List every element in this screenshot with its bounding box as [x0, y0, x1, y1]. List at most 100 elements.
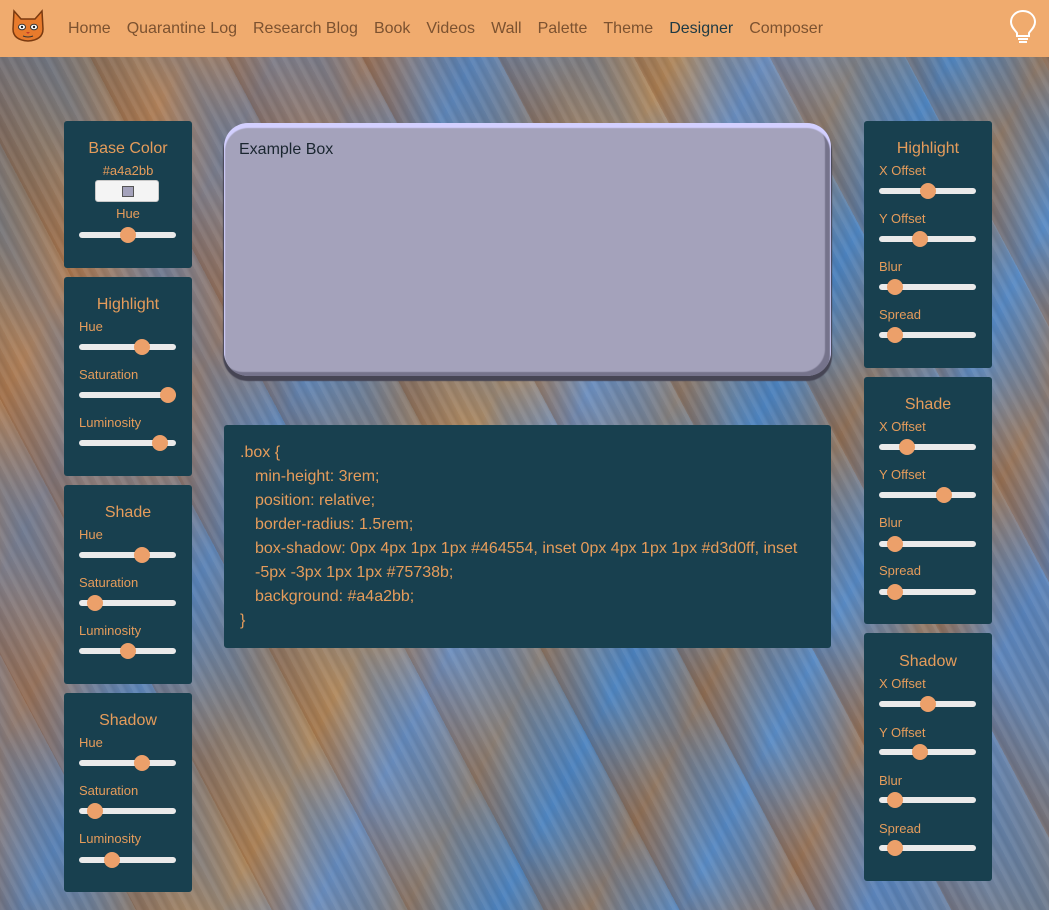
x-offset-slider[interactable]: [879, 439, 976, 455]
x-offset-slider[interactable]: [879, 696, 976, 712]
luminosity-slider[interactable]: [79, 643, 176, 659]
slider-thumb[interactable]: [911, 231, 928, 247]
y-offset-slider[interactable]: [879, 744, 976, 760]
slider-label: Spread: [879, 821, 921, 836]
slider-thumb[interactable]: [935, 487, 952, 503]
slider-label: Spread: [879, 563, 921, 578]
hue-slider[interactable]: [79, 755, 176, 771]
slider-thumb[interactable]: [911, 744, 928, 760]
slider-label: X Offset: [879, 676, 926, 691]
nav-home[interactable]: Home: [60, 20, 119, 38]
hue-slider[interactable]: [79, 547, 176, 563]
left-shade-panel: Shade Hue Saturation Luminosity: [64, 485, 192, 684]
cat-icon[interactable]: [10, 9, 46, 43]
code-line: border-radius: 1.5rem;: [255, 516, 414, 533]
nav-palette[interactable]: Palette: [530, 20, 596, 38]
slider-thumb[interactable]: [151, 435, 168, 451]
y-offset-slider[interactable]: [879, 487, 976, 503]
panel-title: Shadow: [99, 712, 157, 729]
y-offset-slider[interactable]: [879, 231, 976, 247]
slider-thumb[interactable]: [887, 792, 904, 808]
blur-slider[interactable]: [879, 279, 976, 295]
slider-thumb[interactable]: [87, 803, 104, 819]
hex-value: #a4a2bb: [102, 163, 154, 178]
hue-slider[interactable]: [79, 339, 176, 355]
spread-slider[interactable]: [879, 840, 976, 856]
slider-thumb[interactable]: [887, 840, 904, 856]
nav-quarantine-log[interactable]: Quarantine Log: [119, 20, 245, 38]
slider-label: Saturation: [79, 783, 139, 798]
slider-label: Saturation: [79, 575, 139, 590]
slider-label: Luminosity: [79, 623, 142, 638]
panel-title: Shadow: [899, 653, 957, 670]
css-code-block: .box { min-height: 3rem; position: relat…: [224, 425, 831, 648]
blur-slider[interactable]: [879, 792, 976, 808]
hue-slider[interactable]: [79, 227, 176, 243]
panel-title: Shade: [904, 396, 952, 413]
slider-label: Luminosity: [79, 831, 142, 846]
slider-label: Hue: [79, 527, 103, 542]
panel-title: Shade: [104, 504, 152, 521]
slider-label: Saturation: [79, 367, 139, 382]
slider-label: Blur: [879, 259, 903, 274]
slider-thumb[interactable]: [119, 227, 136, 243]
nav-book[interactable]: Book: [366, 20, 418, 38]
slider-thumb[interactable]: [134, 339, 151, 355]
slider-thumb[interactable]: [160, 387, 177, 403]
panel-title: Highlight: [96, 296, 160, 313]
code-line: min-height: 3rem;: [255, 468, 380, 485]
saturation-slider[interactable]: [79, 387, 177, 403]
slider-label: Y Offset: [879, 725, 926, 740]
slider-label: Luminosity: [79, 415, 142, 430]
left-highlight-panel: Highlight Hue Saturation Luminosity: [64, 277, 192, 476]
blur-slider[interactable]: [879, 536, 976, 552]
panel-title: Base Color: [88, 140, 168, 157]
slider-thumb[interactable]: [87, 595, 104, 611]
code-line: -5px -3px 1px 1px #75738b;: [255, 564, 454, 581]
slider-thumb[interactable]: [134, 755, 151, 771]
base-color-panel: Base Color #a4a2bb Hue: [64, 121, 192, 268]
color-swatch: [122, 186, 134, 197]
right-shadow-panel: Shadow X Offset Y Offset Blur Spread: [864, 633, 992, 881]
spread-slider[interactable]: [879, 584, 976, 600]
example-box-label: Example Box: [239, 141, 334, 158]
code-line: }: [240, 612, 246, 629]
slider-thumb[interactable]: [899, 439, 916, 455]
saturation-slider[interactable]: [79, 595, 176, 611]
slider-thumb[interactable]: [887, 584, 904, 600]
slider-thumb[interactable]: [887, 327, 904, 343]
slider-thumb[interactable]: [134, 547, 151, 563]
slider-label: Spread: [879, 307, 921, 322]
slider-label: X Offset: [879, 419, 926, 434]
nav-theme[interactable]: Theme: [595, 20, 661, 38]
x-offset-slider[interactable]: [879, 183, 976, 199]
spread-slider[interactable]: [879, 327, 976, 343]
code-line: position: relative;: [255, 492, 376, 509]
nav-composer[interactable]: Composer: [741, 20, 831, 38]
nav-wall[interactable]: Wall: [483, 20, 530, 38]
lightbulb-icon[interactable]: [1008, 9, 1038, 45]
slider-label: Blur: [879, 515, 903, 530]
slider-thumb[interactable]: [887, 279, 904, 295]
luminosity-slider[interactable]: [79, 852, 176, 868]
panel-title: Highlight: [896, 140, 960, 157]
nav-videos[interactable]: Videos: [418, 20, 483, 38]
color-picker-button[interactable]: [95, 180, 159, 202]
slider-label: Hue: [79, 735, 103, 750]
saturation-slider[interactable]: [79, 803, 176, 819]
slider-thumb[interactable]: [103, 852, 120, 868]
slider-label: Hue: [116, 206, 140, 221]
nav-designer[interactable]: Designer: [661, 20, 741, 38]
top-nav: Home Quarantine Log Research Blog Book V…: [0, 0, 1049, 57]
slider-thumb[interactable]: [887, 536, 904, 552]
nav-research-blog[interactable]: Research Blog: [245, 20, 366, 38]
code-line: .box {: [240, 444, 281, 461]
left-shadow-panel: Shadow Hue Saturation Luminosity: [64, 693, 192, 892]
slider-thumb[interactable]: [119, 643, 136, 659]
luminosity-slider[interactable]: [79, 435, 176, 451]
slider-thumb[interactable]: [919, 183, 936, 199]
slider-label: X Offset: [879, 163, 926, 178]
slider-label: Hue: [79, 319, 103, 334]
code-line: background: #a4a2bb;: [255, 588, 415, 605]
slider-thumb[interactable]: [919, 696, 936, 712]
